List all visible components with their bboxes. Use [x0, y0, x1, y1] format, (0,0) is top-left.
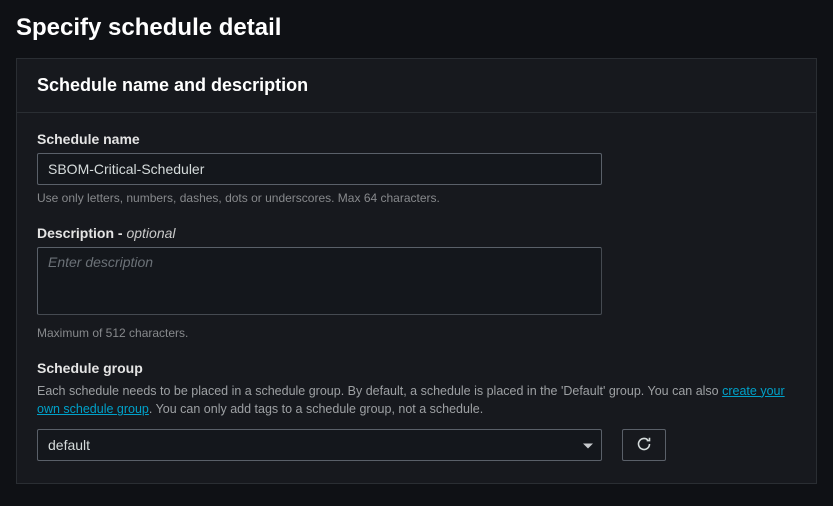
schedule-detail-panel: Schedule name and description Schedule n…: [16, 58, 817, 484]
schedule-name-input[interactable]: [37, 153, 602, 185]
schedule-group-field: Schedule group Each schedule needs to be…: [37, 360, 796, 462]
schedule-group-label: Schedule group: [37, 360, 796, 376]
schedule-group-desc-suffix: . You can only add tags to a schedule gr…: [149, 402, 483, 416]
description-input[interactable]: [37, 247, 602, 315]
description-help: Maximum of 512 characters.: [37, 325, 796, 342]
schedule-group-select-wrap: default: [37, 429, 602, 461]
description-field: Description - optional Maximum of 512 ch…: [37, 225, 796, 342]
schedule-name-help: Use only letters, numbers, dashes, dots …: [37, 190, 796, 207]
schedule-group-description: Each schedule needs to be placed in a sc…: [37, 382, 796, 420]
schedule-name-field: Schedule name Use only letters, numbers,…: [37, 131, 796, 207]
panel-title: Schedule name and description: [37, 75, 796, 96]
schedule-group-desc-prefix: Each schedule needs to be placed in a sc…: [37, 384, 722, 398]
schedule-group-row: default: [37, 429, 796, 461]
description-label: Description - optional: [37, 225, 796, 241]
page-title: Specify schedule detail: [16, 14, 817, 42]
panel-header: Schedule name and description: [17, 59, 816, 113]
schedule-name-label: Schedule name: [37, 131, 796, 147]
refresh-button[interactable]: [622, 429, 666, 461]
panel-body: Schedule name Use only letters, numbers,…: [17, 113, 816, 483]
description-label-optional: optional: [126, 225, 175, 241]
schedule-group-select[interactable]: default: [37, 429, 602, 461]
description-label-main: Description -: [37, 225, 126, 241]
refresh-icon: [636, 436, 652, 455]
